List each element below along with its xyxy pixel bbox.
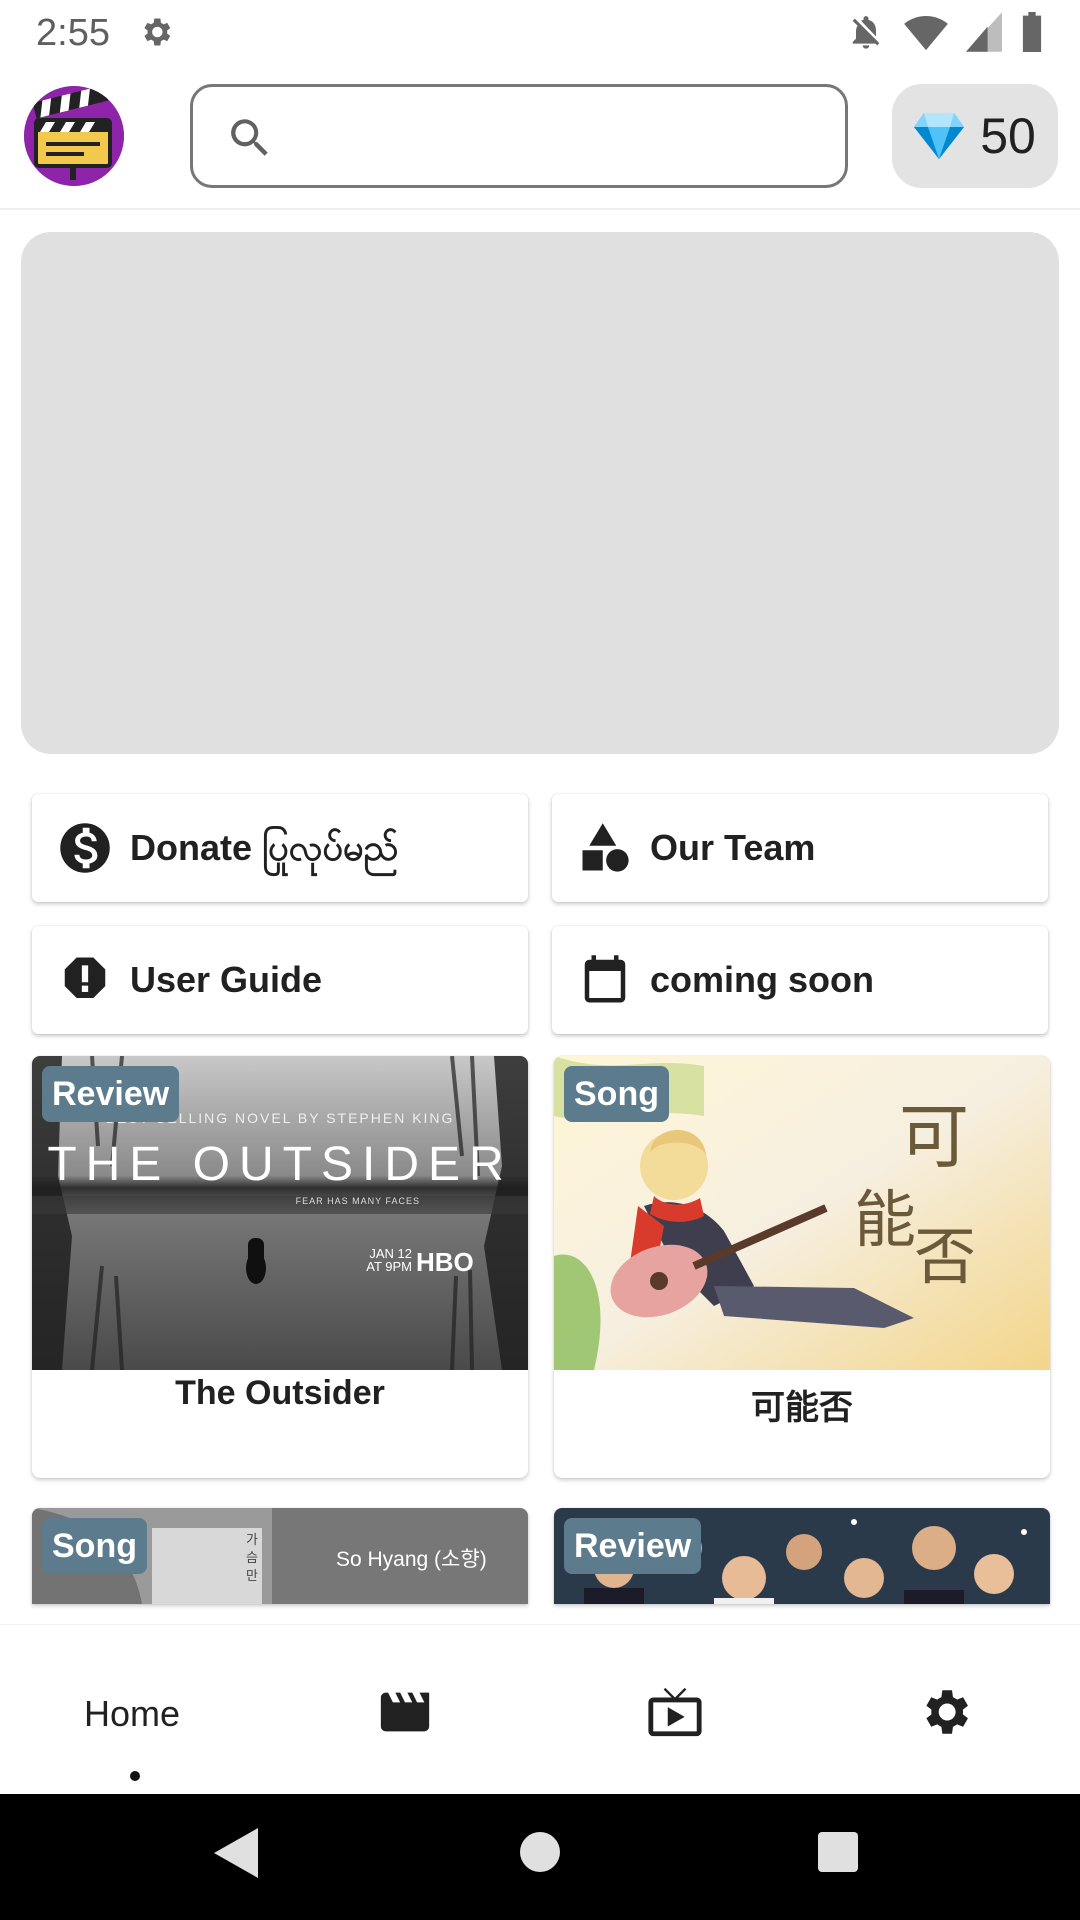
- our-team-button[interactable]: Our Team: [552, 794, 1048, 902]
- banner-placeholder[interactable]: [21, 232, 1059, 754]
- battery-icon: [1022, 12, 1042, 52]
- donate-button[interactable]: Donate ပြုလုပ်မည်: [32, 794, 528, 902]
- poster-network: HBO: [416, 1247, 474, 1277]
- clapperboard-logo-icon: [24, 86, 124, 186]
- shapes-icon: [582, 823, 629, 872]
- poster-calligraphy-2: 能: [854, 1183, 916, 1256]
- status-bar: 2:55: [0, 0, 1080, 64]
- poster-artist: So Hyang (소향): [336, 1548, 487, 1571]
- poster-headline: THE OUTSIDER: [47, 1138, 512, 1191]
- poster-calligraphy-1: 可: [899, 1096, 969, 1178]
- alert-octagon-icon: [64, 957, 106, 998]
- nav-home-label: Home: [84, 1693, 181, 1734]
- bottom-navigation: Home: [0, 1624, 1080, 1794]
- coming-soon-label: coming soon: [650, 959, 874, 1000]
- dollar-icon: [60, 823, 110, 873]
- poster-subline: FEAR HAS MANY FACES: [296, 1196, 420, 1206]
- content-card-keneng-fou[interactable]: 可 能 否 Song 可能否: [554, 1056, 1050, 1478]
- recents-square-icon[interactable]: [818, 1832, 858, 1872]
- content-card-the-outsider[interactable]: BEST-SELLING NOVEL BY STEPHEN KING THE O…: [32, 1056, 528, 1478]
- app-root: 2:55 50 Donate ပြုလုပ်မည် Our Team User …: [0, 0, 1080, 1920]
- live-tv-icon: [648, 1687, 702, 1737]
- system-navigation-bar: [0, 1794, 1080, 1920]
- notifications-off-icon: [852, 16, 880, 49]
- tag-badge: Song: [564, 1066, 669, 1122]
- content-card-so-hyang[interactable]: 가 슴 만 So Hyang (소향) Song: [32, 1508, 528, 1604]
- coin-count: 50: [980, 108, 1036, 164]
- tag-badge: Review: [42, 1066, 180, 1122]
- nav-settings[interactable]: [810, 1625, 1080, 1795]
- cell-signal-icon: [966, 12, 1002, 52]
- donate-label: Donate ပြုလုပ်မည်: [130, 827, 399, 868]
- search-box[interactable]: [190, 84, 848, 188]
- coin-balance-badge[interactable]: 50: [892, 84, 1058, 188]
- poster-keneng-fou: 可 能 否 Song: [554, 1056, 1050, 1370]
- nav-movies[interactable]: [270, 1625, 540, 1795]
- poster-calligraphy-3: 否: [914, 1220, 976, 1293]
- tag-badge: Review: [564, 1518, 702, 1574]
- calendar-icon: [584, 955, 626, 1003]
- search-icon: [231, 119, 268, 156]
- poster-review-crowd: Review: [554, 1508, 1050, 1604]
- status-time: 2:55: [36, 12, 110, 54]
- settings-notification-icon: [144, 18, 171, 46]
- card-title: 可能否: [751, 1389, 853, 1427]
- back-icon[interactable]: [214, 1828, 258, 1878]
- coming-soon-button[interactable]: coming soon: [552, 926, 1048, 1034]
- svg-text:가: 가: [246, 1533, 258, 1548]
- poster-so-hyang: 가 슴 만 So Hyang (소향) Song: [32, 1508, 528, 1604]
- content-card-review-crowd[interactable]: Review: [554, 1508, 1050, 1604]
- poster-the-outsider: BEST-SELLING NOVEL BY STEPHEN KING THE O…: [32, 1056, 528, 1370]
- nav-home[interactable]: Home: [0, 1625, 270, 1795]
- home-circle-icon[interactable]: [520, 1832, 560, 1872]
- svg-text:만: 만: [246, 1569, 258, 1584]
- nav-active-indicator: [130, 1771, 140, 1781]
- wifi-icon: [904, 16, 948, 51]
- movie-icon: [380, 1692, 430, 1732]
- user-guide-button[interactable]: User Guide: [32, 926, 528, 1034]
- card-title: The Outsider: [175, 1374, 385, 1412]
- app-header: 50: [0, 64, 1080, 210]
- app-logo[interactable]: [24, 86, 124, 186]
- search-input[interactable]: [289, 105, 829, 167]
- settings-icon: [926, 1690, 968, 1734]
- diamond-icon: [914, 113, 965, 159]
- poster-date-2: AT 9PM: [366, 1259, 412, 1274]
- status-icons: [846, 12, 1044, 52]
- nav-tv[interactable]: [540, 1625, 810, 1795]
- our-team-label: Our Team: [650, 827, 816, 868]
- svg-text:슴: 슴: [246, 1551, 258, 1566]
- tag-badge: Song: [42, 1518, 147, 1574]
- user-guide-label: User Guide: [130, 959, 323, 1000]
